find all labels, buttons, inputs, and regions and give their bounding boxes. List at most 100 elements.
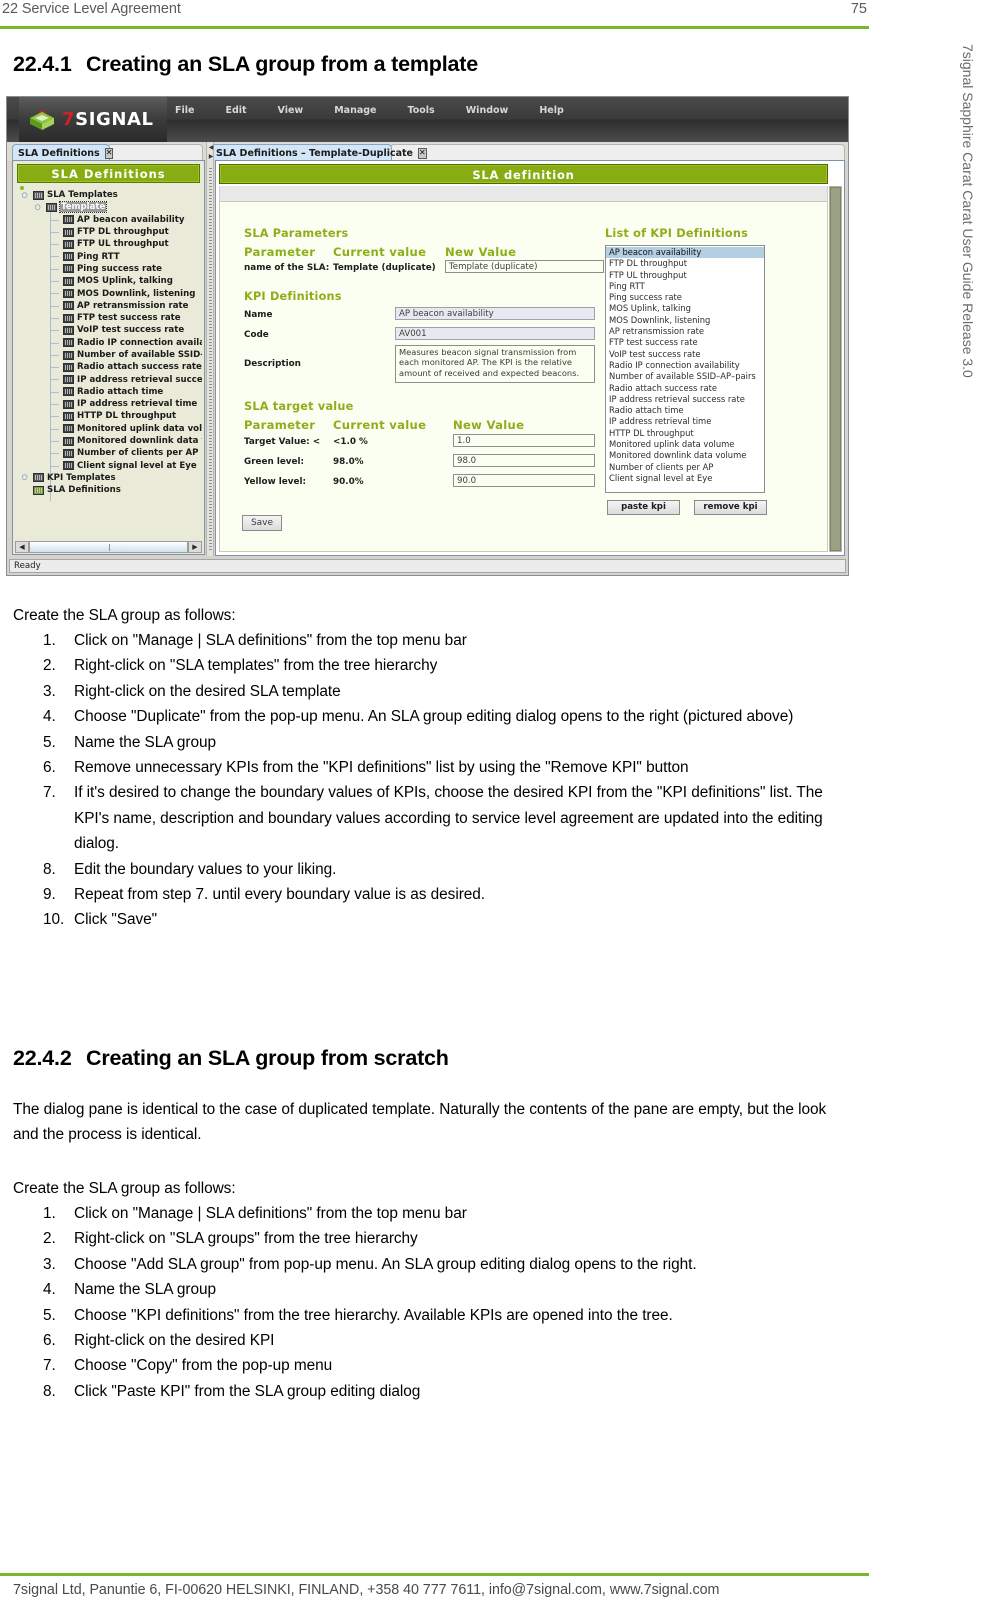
- menu-item-window[interactable]: Window: [466, 105, 509, 116]
- app-menu-bar[interactable]: File Edit View Manage Tools Window Help: [175, 101, 595, 119]
- tree-expand-handle-icon[interactable]: ○: [21, 474, 28, 481]
- sla-definition-dialog: SLA definition SLA Parameters Parameter …: [215, 160, 845, 556]
- scroll-right-arrow-icon[interactable]: ▶: [188, 542, 201, 552]
- tree-node[interactable]: FTP test success rate: [15, 312, 202, 324]
- tree-node[interactable]: MOS Uplink, talking: [15, 275, 202, 287]
- list-item-text: Right-click on the desired KPI: [74, 1332, 275, 1350]
- kpi-list-option[interactable]: Monitored uplink data volume: [606, 439, 764, 450]
- splitter-collapse-right-icon[interactable]: ▶: [208, 154, 214, 160]
- tree-node[interactable]: Number of clients per AP: [15, 447, 202, 459]
- kpi-list-option[interactable]: Radio attach time: [606, 405, 764, 416]
- kpi-list-option[interactable]: FTP DL throughput: [606, 258, 764, 269]
- tree-node[interactable]: ○ SLA Templates: [15, 189, 202, 201]
- tree-node[interactable]: ○ Template: [15, 201, 202, 214]
- list-item-marker: 8.: [43, 860, 56, 878]
- tree-expand-handle-icon[interactable]: ○: [21, 191, 28, 199]
- tree-node[interactable]: FTP DL throughput: [15, 226, 202, 238]
- panel-splitter[interactable]: ◀ ▶: [206, 142, 214, 556]
- section-1-intro: Create the SLA group as follows:: [13, 607, 236, 624]
- tree-node[interactable]: IP address retrieval time: [15, 398, 202, 410]
- tree-node[interactable]: AP beacon availability: [15, 214, 202, 226]
- tree-node-label: Monitored downlink data volum: [77, 436, 202, 447]
- menu-item-manage[interactable]: Manage: [334, 105, 376, 116]
- target-value-current: <1.0 %: [333, 437, 368, 447]
- menu-item-view[interactable]: View: [278, 105, 304, 116]
- close-icon[interactable]: ✕: [104, 147, 114, 159]
- kpi-list-option[interactable]: IP address retrieval success rate: [606, 394, 764, 405]
- kpi-name-field[interactable]: AP beacon availability: [395, 307, 595, 320]
- close-icon[interactable]: ✕: [418, 147, 427, 159]
- kpi-list-option[interactable]: Number of clients per AP: [606, 462, 764, 473]
- scroll-left-arrow-icon[interactable]: ◀: [16, 542, 29, 552]
- kpi-list-option[interactable]: Radio attach success rate: [606, 383, 764, 394]
- tree-horizontal-scrollbar[interactable]: ◀ ▶: [15, 541, 202, 553]
- tree-node[interactable]: Ping success rate: [15, 263, 202, 275]
- list-item: 7. Choose "Copy" from the pop-up menu: [13, 1353, 873, 1378]
- paste-kpi-button[interactable]: paste kpi: [607, 500, 680, 515]
- section-heading-1: 22.4.1 Creating an SLA group from a templ…: [13, 52, 478, 77]
- menu-item-file[interactable]: File: [175, 105, 194, 116]
- kpi-list-option[interactable]: Client signal level at Eye: [606, 473, 764, 484]
- tree-node[interactable]: MOS Downlink, listening: [15, 287, 202, 299]
- tab-template-duplicate[interactable]: SLA Definitions – Template-Duplicate ✕: [210, 144, 427, 161]
- menu-item-help[interactable]: Help: [539, 105, 563, 116]
- sla-name-input[interactable]: Template (duplicate): [445, 260, 604, 273]
- brand-signal: SIGNAL: [75, 109, 154, 130]
- target-value-input[interactable]: 1.0: [453, 434, 595, 447]
- list-item: 2. Right-click on "SLA templates" from th…: [13, 653, 843, 678]
- tree-node[interactable]: FTP UL throughput: [15, 238, 202, 250]
- tab-sla-definitions[interactable]: SLA Definitions ✕: [12, 144, 114, 161]
- tree-node[interactable]: ○ KPI Templates: [15, 472, 202, 484]
- tree-node[interactable]: SLA Definitions: [15, 484, 202, 496]
- kpi-list-option[interactable]: AP retransmission rate: [606, 326, 764, 337]
- tree-node[interactable]: Client signal level at Eye: [15, 460, 202, 472]
- tree-expand-handle-icon[interactable]: ○: [34, 203, 41, 211]
- list-item: 3. Choose "Add SLA group" from pop-up men…: [13, 1252, 873, 1277]
- yellow-level-input[interactable]: 90.0: [453, 474, 595, 487]
- kpi-list-option[interactable]: Number of available SSID–AP–pairs: [606, 371, 764, 382]
- kpi-list-option[interactable]: FTP test success rate: [606, 337, 764, 348]
- kpi-list-option[interactable]: Ping success rate: [606, 292, 764, 303]
- kpi-description-field[interactable]: Measures beacon signal transmission from…: [395, 345, 595, 383]
- kpi-icon: [63, 325, 74, 335]
- remove-kpi-button[interactable]: remove kpi: [694, 500, 767, 515]
- list-item-marker: 6.: [43, 1332, 56, 1350]
- tree-node[interactable]: HTTP DL throughput: [15, 410, 202, 422]
- kpi-list-option[interactable]: Radio IP connection availability: [606, 360, 764, 371]
- tree-node[interactable]: AP retransmission rate: [15, 300, 202, 312]
- menu-item-tools[interactable]: Tools: [408, 105, 435, 116]
- list-item: 4. Choose "Duplicate" from the pop-up men…: [13, 704, 843, 729]
- kpi-definitions-listbox[interactable]: AP beacon availability FTP DL throughput F…: [605, 245, 765, 493]
- kpi-code-field[interactable]: AV001: [395, 327, 595, 340]
- tree-node[interactable]: Number of available SSID–AP–p: [15, 349, 202, 361]
- tree-node[interactable]: Radio attach success rate: [15, 361, 202, 373]
- menu-item-edit[interactable]: Edit: [225, 105, 246, 116]
- tree-node[interactable]: Monitored downlink data volum: [15, 435, 202, 447]
- tree-node[interactable]: IP address retrieval success rate: [15, 373, 202, 385]
- kpi-list-option[interactable]: Monitored downlink data volume: [606, 450, 764, 461]
- kpi-list-option[interactable]: MOS Downlink, listening: [606, 315, 764, 326]
- kpi-list-option[interactable]: HTTP DL throughput: [606, 428, 764, 439]
- tree-node[interactable]: Ping RTT: [15, 250, 202, 262]
- kpi-list-option[interactable]: Ping RTT: [606, 281, 764, 292]
- kpi-list-option[interactable]: IP address retrieval time: [606, 416, 764, 427]
- dialog-vertical-scrollbar[interactable]: [829, 186, 842, 552]
- sla-tree[interactable]: ○ SLA Templates ○ Template AP beacon availab…: [15, 185, 202, 539]
- kpi-list-option[interactable]: AP beacon availability: [606, 247, 764, 259]
- splitter-collapse-left-icon[interactable]: ◀: [208, 145, 214, 151]
- scroll-thumb[interactable]: [830, 187, 841, 551]
- list-item-marker: 1.: [43, 632, 56, 649]
- tree-connector: [51, 317, 59, 319]
- tree-node[interactable]: Radio attach time: [15, 386, 202, 398]
- kpi-list-option[interactable]: FTP UL throughput: [606, 270, 764, 281]
- green-level-input[interactable]: 98.0: [453, 454, 595, 467]
- list-item-marker: 10.: [43, 911, 65, 929]
- tree-node[interactable]: VoIP test success rate: [15, 324, 202, 336]
- list-item-marker: 3.: [43, 682, 56, 700]
- scroll-thumb[interactable]: [29, 542, 188, 552]
- tree-node[interactable]: Radio IP connection availability: [15, 337, 202, 349]
- tree-node[interactable]: Monitored uplink data volume: [15, 423, 202, 435]
- kpi-list-option[interactable]: VoIP test success rate: [606, 349, 764, 360]
- save-button[interactable]: Save: [242, 515, 282, 531]
- kpi-list-option[interactable]: MOS Uplink, talking: [606, 303, 764, 314]
